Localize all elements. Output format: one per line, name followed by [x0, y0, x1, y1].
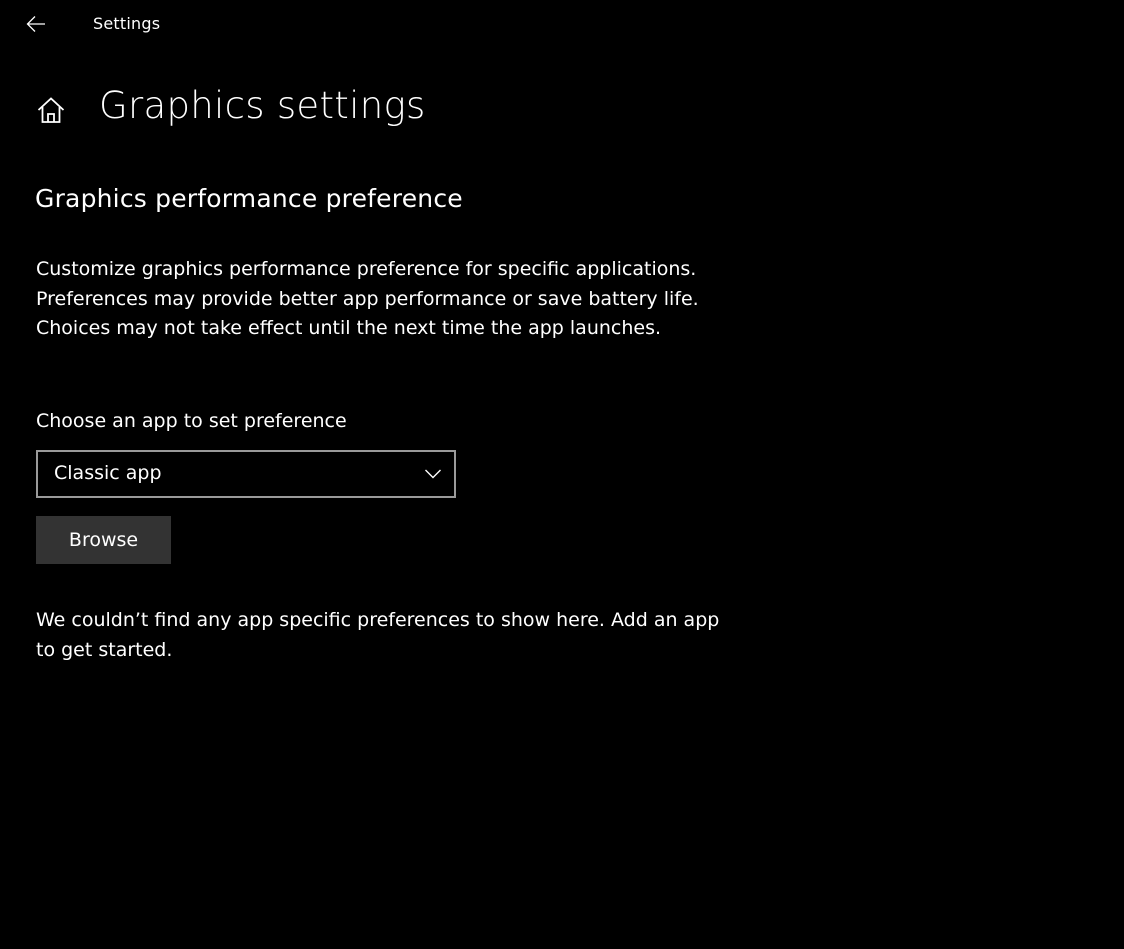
app-title: Settings [93, 14, 161, 33]
app-type-selected-value: Classic app [54, 462, 162, 484]
back-button[interactable] [18, 8, 54, 40]
title-bar: Settings [0, 0, 1124, 48]
description-text: Customize graphics performance preferenc… [36, 258, 699, 340]
page-title: Graphics settings [99, 84, 426, 127]
section-title: Graphics performance preference [35, 184, 463, 213]
app-type-dropdown[interactable]: Classic app [36, 450, 456, 498]
chevron-down-icon [425, 469, 441, 479]
back-arrow-icon [26, 16, 45, 32]
browse-button[interactable]: Browse [36, 516, 171, 564]
home-button[interactable] [34, 93, 68, 127]
empty-preferences-message: We couldn’t find any app specific prefer… [36, 609, 720, 661]
settings-window: Settings Graphics settings Graphics perf… [0, 0, 1124, 949]
choose-app-label: Choose an app to set preference [36, 410, 347, 432]
page-header: Graphics settings [34, 82, 425, 138]
home-icon [37, 97, 65, 123]
